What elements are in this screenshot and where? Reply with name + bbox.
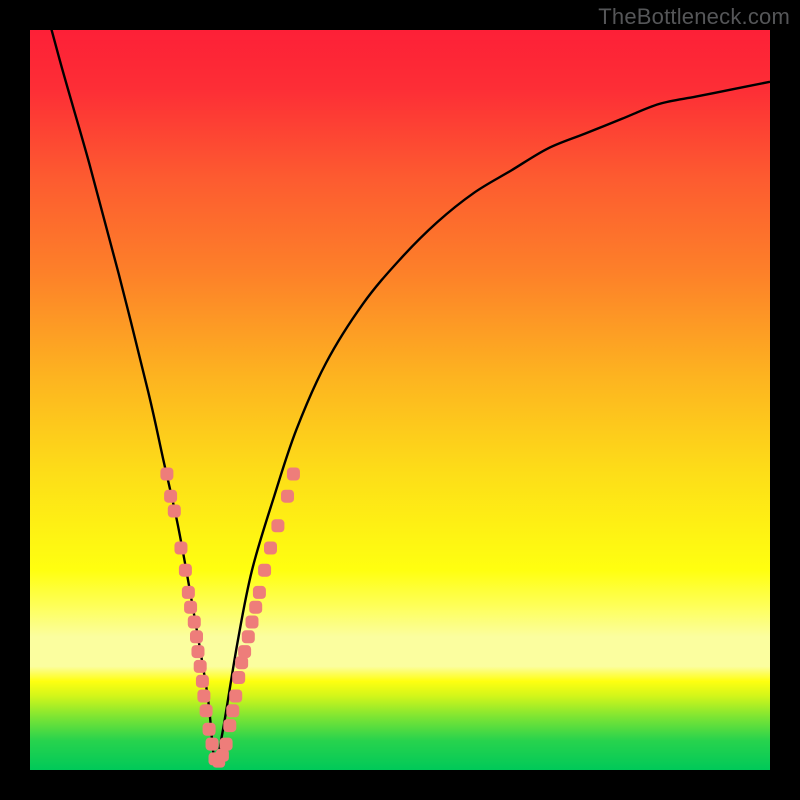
curve-marker — [229, 690, 242, 703]
curve-marker — [164, 490, 177, 503]
curve-marker — [226, 704, 239, 717]
curve-marker — [182, 586, 195, 599]
plot-area — [30, 30, 770, 770]
curve-marker — [174, 542, 187, 555]
curve-marker — [179, 564, 192, 577]
curve-marker — [258, 564, 271, 577]
curve-marker — [242, 630, 255, 643]
curve-marker — [253, 586, 266, 599]
curve-marker — [271, 519, 284, 532]
curve-marker — [232, 671, 245, 684]
bottleneck-curve — [30, 30, 770, 770]
curve-marker — [281, 490, 294, 503]
curve-marker — [249, 601, 262, 614]
curve-marker — [190, 630, 203, 643]
curve-markers — [160, 468, 300, 768]
curve-marker — [168, 505, 181, 518]
curve-marker — [196, 675, 209, 688]
curve-marker — [235, 656, 248, 669]
curve-marker — [246, 616, 259, 629]
chart-frame: TheBottleneck.com — [0, 0, 800, 800]
watermark-text: TheBottleneck.com — [598, 4, 790, 30]
curve-path — [30, 30, 770, 764]
curve-marker — [203, 723, 216, 736]
curve-marker — [188, 616, 201, 629]
curve-marker — [264, 542, 277, 555]
curve-marker — [206, 738, 219, 751]
curve-marker — [223, 719, 236, 732]
curve-marker — [238, 645, 251, 658]
curve-marker — [191, 645, 204, 658]
curve-marker — [184, 601, 197, 614]
curve-marker — [216, 749, 229, 762]
curve-marker — [197, 690, 210, 703]
curve-marker — [160, 468, 173, 481]
curve-marker — [200, 704, 213, 717]
curve-marker — [220, 738, 233, 751]
curve-marker — [287, 468, 300, 481]
curve-marker — [194, 660, 207, 673]
